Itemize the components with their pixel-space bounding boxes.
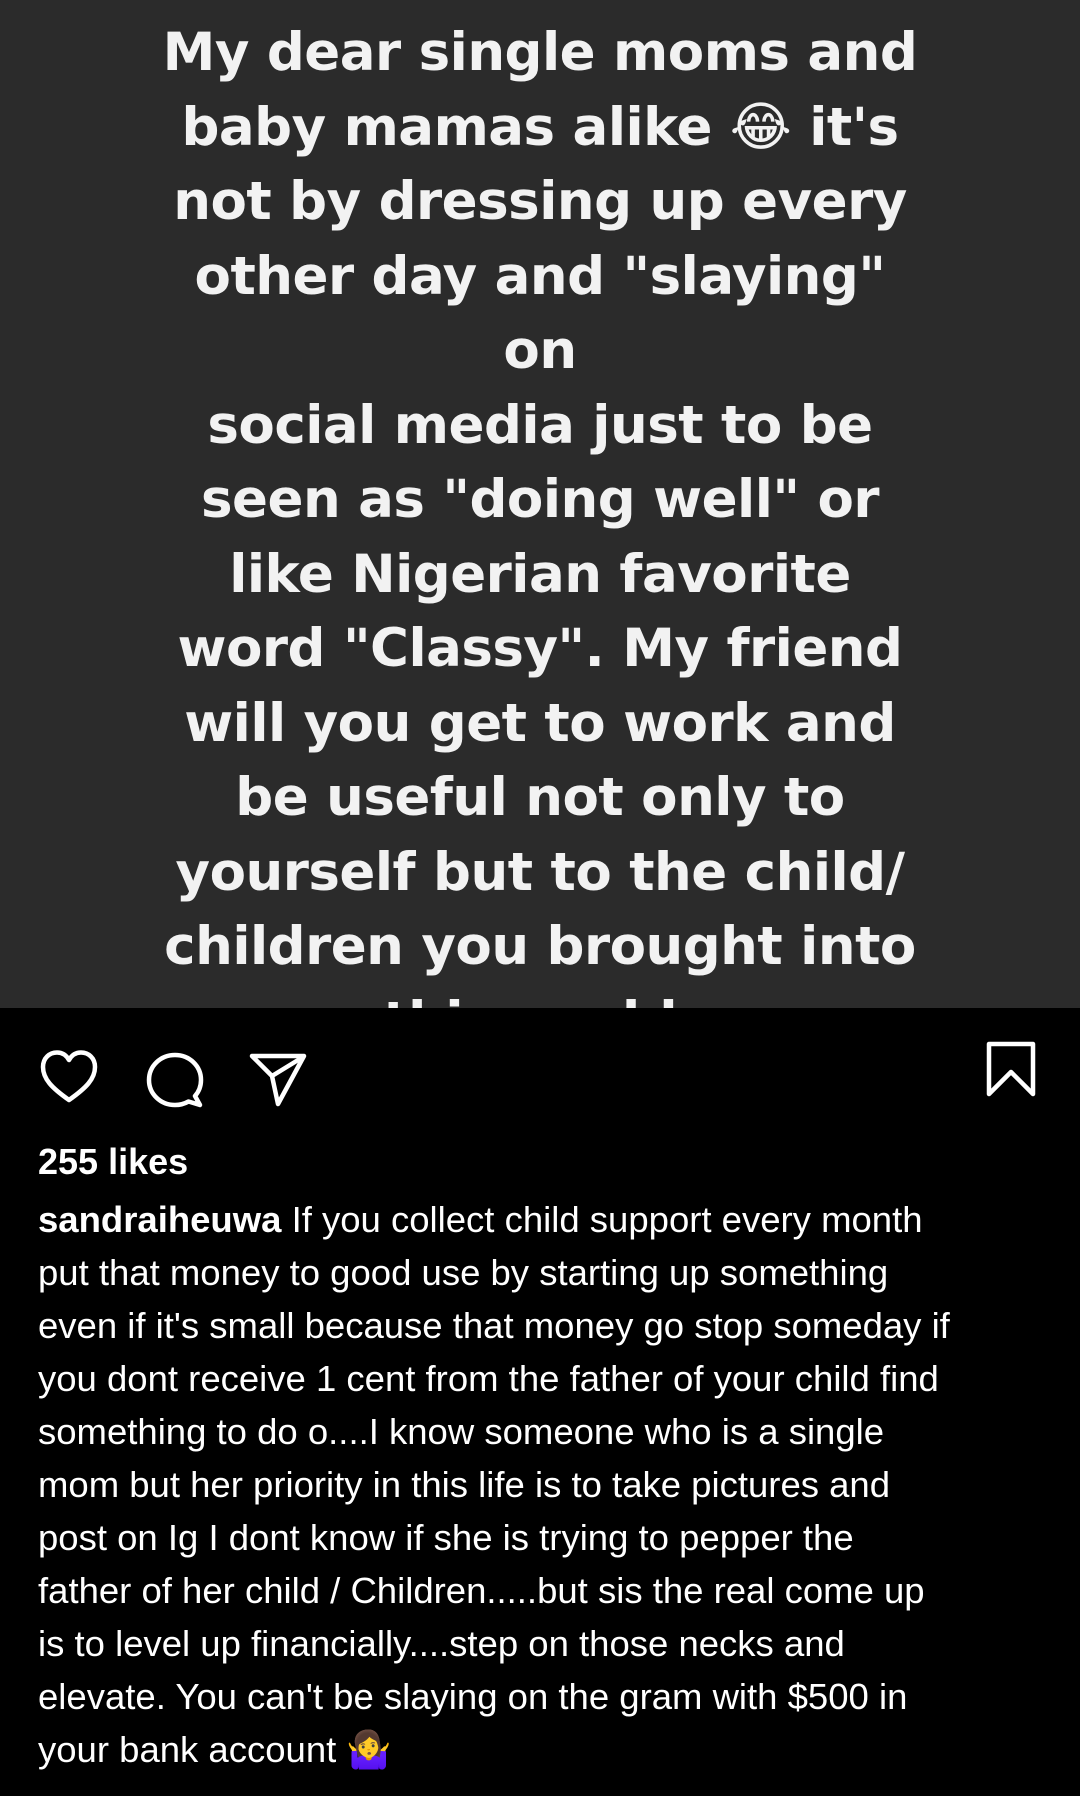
- post-action-bar: [0, 1008, 1080, 1138]
- bookmark-icon[interactable]: [985, 1040, 1037, 1098]
- comment-bubble-icon[interactable]: [145, 1050, 205, 1110]
- caption-text: If you collect child support every month…: [38, 1199, 950, 1770]
- heart-icon[interactable]: [38, 1048, 100, 1106]
- post-caption: sandraiheuwa If you collect child suppor…: [38, 1193, 1068, 1776]
- paper-plane-icon[interactable]: [248, 1050, 308, 1108]
- post-image[interactable]: My dear single moms and baby mamas alike…: [0, 0, 1080, 1052]
- username-link[interactable]: sandraiheuwa: [38, 1199, 281, 1240]
- post-image-text: My dear single moms and baby mamas alike…: [162, 22, 918, 1052]
- likes-count[interactable]: 255 likes: [38, 1138, 188, 1186]
